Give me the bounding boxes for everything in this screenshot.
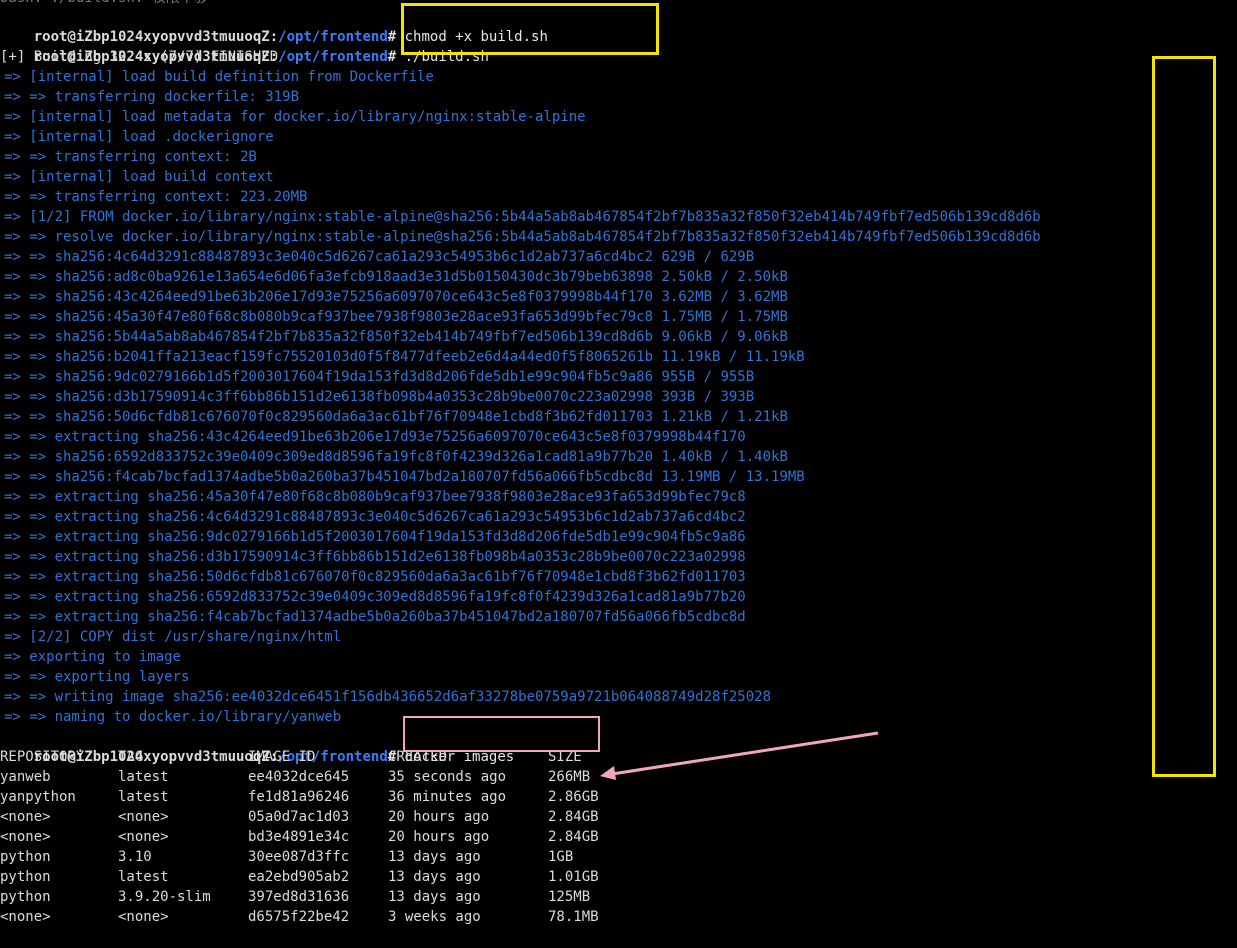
build-line: => => sha256:ad8c0ba9261e13a654e6d06fa3e… (4, 269, 788, 285)
build-line: => [1/2] FROM docker.io/library/nginx:st… (4, 209, 1041, 225)
build-line: => [internal] load build context (4, 169, 274, 185)
table-row-cell: 20 hours ago (388, 829, 490, 845)
table-row-cell: 36 minutes ago (388, 789, 507, 805)
build-line: => => sha256:45a30f47e80f68c8b080b9caf93… (4, 309, 788, 325)
table-row-cell: 3.9.20-slim (118, 889, 211, 905)
table-row-cell: 1GB (548, 849, 574, 865)
table-row-cell: <none> (118, 809, 169, 825)
table-row-cell: <none> (0, 829, 51, 845)
build-line: => [internal] load build definition from… (4, 69, 434, 85)
build-line: => => sha256:5b44a5ab8ab467854f2bf7b835a… (4, 329, 788, 345)
table-row-cell: <none> (0, 909, 51, 925)
build-line: => => extracting sha256:50d6cfdb81c67607… (4, 569, 746, 585)
table-row-cell: <none> (118, 909, 169, 925)
table-row-cell: 2.84GB (548, 829, 599, 845)
highlight-box-commands (401, 3, 659, 55)
table-row-cell: 125MB (548, 889, 591, 905)
build-line: => [internal] load metadata for docker.i… (4, 109, 586, 125)
table-row: <none> <none> 05a0d7ac1d03 20 hours ago 2.84… (0, 807, 700, 827)
table-row-cell: bd3e4891e34c (248, 829, 350, 845)
table-row-cell: ea2ebd905ab2 (248, 869, 350, 885)
build-line: => => naming to docker.io/library/yanweb (4, 709, 342, 725)
build-line: => [internal] load .dockerignore (4, 129, 274, 145)
build-line: => => sha256:50d6cfdb81c676070f0c829560d… (4, 409, 788, 425)
table-row: <none> <none> bd3e4891e34c 20 hours ago 2.84… (0, 827, 700, 847)
table-row-cell: python (0, 889, 51, 905)
build-header: [+] Building 32.4s (7/7) FINISHED (0, 49, 279, 65)
build-line: => => sha256:43c4264eed91be63b206e17d93e… (4, 289, 788, 305)
table-row-cell: <none> (0, 809, 51, 825)
table-row-cell: ee4032dce645 (248, 769, 350, 785)
table-row-cell: 13 days ago (388, 889, 481, 905)
table-row-cell: 05a0d7ac1d03 (248, 809, 350, 825)
build-line: => => transferring context: 2B (4, 149, 257, 165)
terminal-window[interactable]: bash: ./build.sh: 权限不够 root@iZbp1024xyop… (0, 0, 1237, 948)
table-row-cell: d6575f22be42 (248, 909, 350, 925)
build-line: => => extracting sha256:d3b17590914c3ff6… (4, 549, 746, 565)
table-row-cell: fe1d81a96246 (248, 789, 350, 805)
table-row-cell: latest (118, 869, 169, 885)
build-line: => => extracting sha256:45a30f47e80f68c8… (4, 489, 746, 505)
table-row-cell: latest (118, 769, 169, 785)
table-header-cell: REPOSITORY (0, 749, 85, 765)
highlight-box-right (1152, 56, 1216, 777)
table-row-cell: 3 weeks ago (388, 909, 481, 925)
build-line: => => extracting sha256:6592d833752c39e0… (4, 589, 746, 605)
table-row: <none> <none> d6575f22be42 3 weeks ago 78.1M… (0, 907, 700, 927)
build-line: => => writing image sha256:ee4032dce6451… (4, 689, 772, 705)
build-line: => => sha256:d3b17590914c3ff6bb86b151d2e… (4, 389, 755, 405)
table-header-cell: IMAGE ID (248, 749, 316, 765)
table-row-cell: python (0, 849, 51, 865)
table-row-cell: <none> (118, 829, 169, 845)
build-line: => [2/2] COPY dist /usr/share/nginx/html (4, 629, 342, 645)
build-line: => => sha256:b2041ffa213eacf159fc7552010… (4, 349, 805, 365)
build-line: => => transferring context: 223.20MB (4, 189, 308, 205)
table-row: python 3.10 30ee087d3ffc 13 days ago 1GB (0, 847, 700, 867)
table-row-cell: 266MB (548, 769, 591, 785)
build-line: => => transferring dockerfile: 319B (4, 89, 300, 105)
table-row-cell: 2.84GB (548, 809, 599, 825)
table-row-cell: 13 days ago (388, 869, 481, 885)
table-row: python 3.9.20-slim 397ed8d31636 13 days ago… (0, 887, 700, 907)
table-header-cell: TAG (118, 749, 144, 765)
build-line: => => resolve docker.io/library/nginx:st… (4, 229, 1041, 245)
prompt-path: /opt/frontend (278, 49, 388, 65)
highlight-box-docker-images (403, 716, 600, 752)
table-row-cell: 78.1MB (548, 909, 599, 925)
build-line: => => extracting sha256:4c64d3291c884878… (4, 509, 746, 525)
build-line: => => sha256:f4cab7bcfad1374adbe5b0a260b… (4, 469, 805, 485)
table-row-cell: 2.86GB (548, 789, 599, 805)
table-row: python latest ea2ebd905ab2 13 days ago 1.01G… (0, 867, 700, 887)
build-line: => => sha256:4c64d3291c88487893c3e040c5d… (4, 249, 755, 265)
build-line: => => extracting sha256:9dc0279166b1d5f2… (4, 529, 746, 545)
table-row-cell: 397ed8d31636 (248, 889, 350, 905)
table-row-cell: 30ee087d3ffc (248, 849, 350, 865)
table-row-cell: yanweb (0, 769, 51, 785)
build-line: => exporting to image (4, 649, 182, 665)
table-row: yanweb latest ee4032dce645 35 seconds ago 26… (0, 767, 700, 787)
table-row: yanpython latest fe1d81a96246 36 minutes ag… (0, 787, 700, 807)
table-row-cell: python (0, 869, 51, 885)
build-line: => => sha256:9dc0279166b1d5f2003017604f1… (4, 369, 755, 385)
prompt-line-current[interactable]: root@iZbp1024xyopvvd3tmuuoqZ:/opt/fronte… (0, 927, 406, 947)
build-line: => => exporting layers (4, 669, 190, 685)
table-row-cell: yanpython (0, 789, 76, 805)
table-row-cell: 35 seconds ago (388, 769, 507, 785)
table-row-cell: latest (118, 789, 169, 805)
table-row-cell: 1.01GB (548, 869, 599, 885)
table-row-cell: 3.10 (118, 849, 152, 865)
build-line: => => sha256:6592d833752c39e0409c309ed8d… (4, 449, 788, 465)
build-line: => => extracting sha256:43c4264eed91be63… (4, 429, 746, 445)
table-row-cell: 20 hours ago (388, 809, 490, 825)
build-line: => => extracting sha256:f4cab7bcfad1374a… (4, 609, 746, 625)
table-row-cell: 13 days ago (388, 849, 481, 865)
